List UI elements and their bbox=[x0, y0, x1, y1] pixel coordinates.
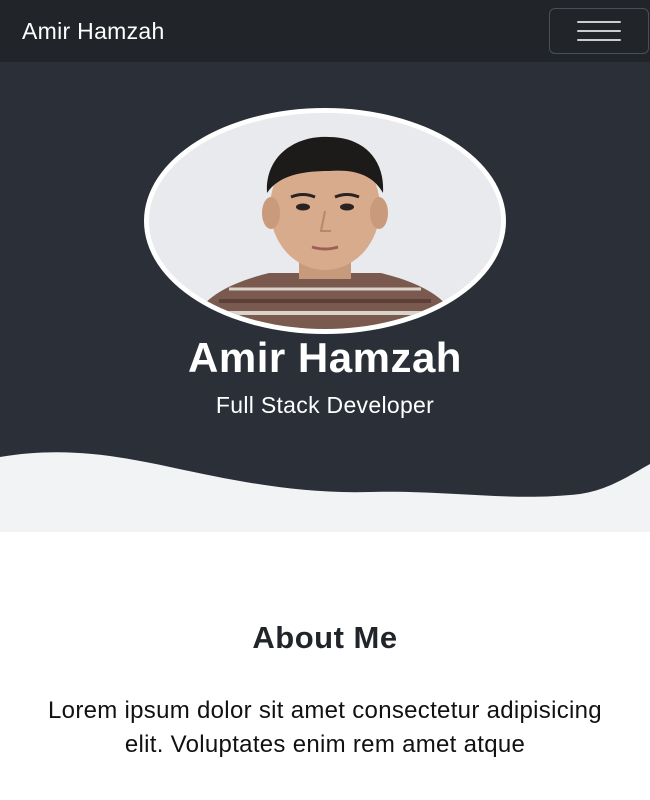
about-text: Lorem ipsum dolor sit amet consectetur a… bbox=[48, 697, 602, 758]
hero-name: Amir Hamzah bbox=[188, 334, 462, 381]
hamburger-menu-icon bbox=[577, 21, 621, 41]
navbar-toggle-button[interactable] bbox=[549, 8, 649, 54]
navbar: Amir Hamzah bbox=[0, 0, 650, 62]
about-title: About Me bbox=[252, 620, 398, 655]
hero-role: Full Stack Developer bbox=[215, 392, 435, 418]
hero-section: Amir Hamzah Full Stack Developer bbox=[0, 62, 650, 532]
navbar-brand[interactable]: Amir Hamzah bbox=[22, 18, 165, 45]
profile-avatar bbox=[144, 108, 506, 334]
page: Amir Hamzah Amir Hamzah Full Stack Devel… bbox=[0, 0, 650, 800]
